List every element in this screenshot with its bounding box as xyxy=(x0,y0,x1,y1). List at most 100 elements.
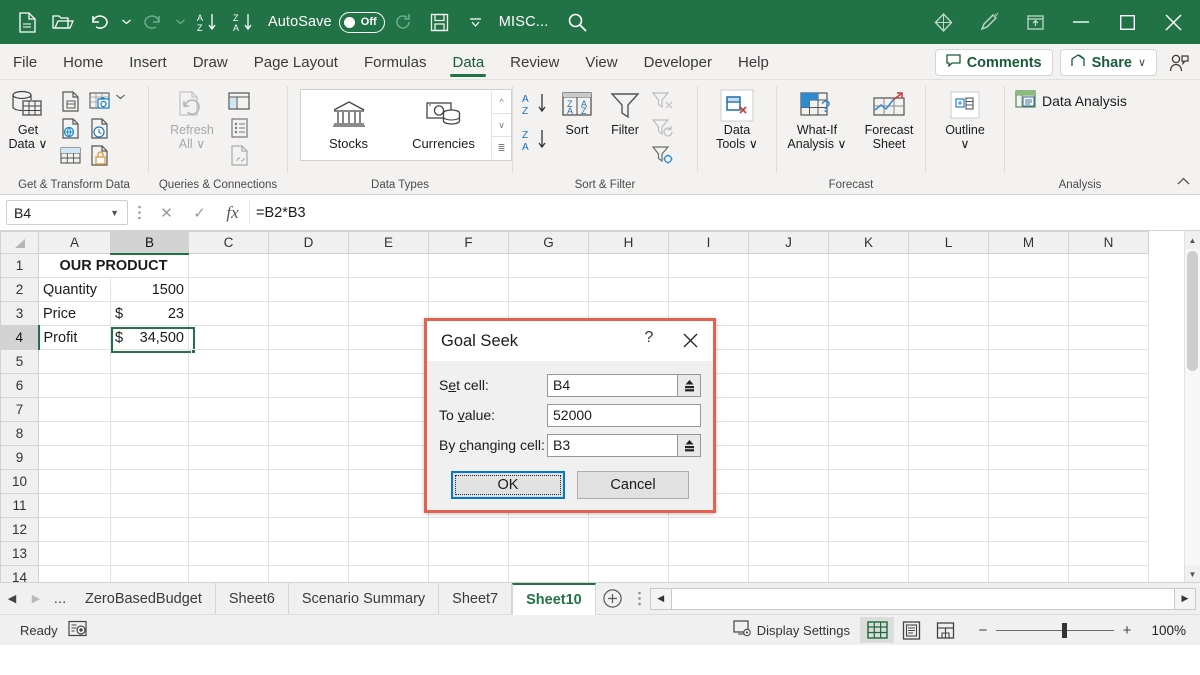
cell-M7[interactable] xyxy=(988,397,1069,422)
cell-B10[interactable] xyxy=(110,469,189,494)
zoom-level-label[interactable]: 100% xyxy=(1140,623,1194,638)
get-data-gallery-dropdown-icon[interactable] xyxy=(113,86,127,108)
cell-J7[interactable] xyxy=(748,397,829,422)
cell-B6[interactable] xyxy=(110,373,189,398)
row-header-8[interactable]: 8 xyxy=(0,421,39,446)
cell-L12[interactable] xyxy=(908,517,989,542)
cell-N2[interactable] xyxy=(1068,277,1149,302)
cell-J4[interactable] xyxy=(748,325,829,350)
cell-J11[interactable] xyxy=(748,493,829,518)
cancel-formula-icon[interactable]: ✕ xyxy=(150,200,183,225)
cell-J3[interactable] xyxy=(748,301,829,326)
row-header-3[interactable]: 3 xyxy=(0,301,39,326)
undo-icon[interactable] xyxy=(82,6,116,38)
cell-N10[interactable] xyxy=(1068,469,1149,494)
from-text-csv-icon[interactable] xyxy=(56,88,84,114)
cell-A8[interactable] xyxy=(38,421,111,446)
cell-A10[interactable] xyxy=(38,469,111,494)
sheet-tab-sheet6[interactable]: Sheet6 xyxy=(216,582,289,615)
enter-formula-icon[interactable]: ✓ xyxy=(183,200,216,225)
cell-N1[interactable] xyxy=(1068,253,1149,278)
tab-developer[interactable]: Developer xyxy=(631,45,725,79)
cell-K7[interactable] xyxy=(828,397,909,422)
cell-M13[interactable] xyxy=(988,541,1069,566)
next-sheet-icon[interactable]: ▶ xyxy=(24,585,48,613)
cell-N6[interactable] xyxy=(1068,373,1149,398)
col-header-F[interactable]: F xyxy=(428,231,509,254)
cell-B7[interactable] xyxy=(110,397,189,422)
col-header-L[interactable]: L xyxy=(908,231,989,254)
cell-D9[interactable] xyxy=(268,445,349,470)
diamond-icon[interactable] xyxy=(920,0,966,44)
cell-M9[interactable] xyxy=(988,445,1069,470)
display-settings-button[interactable]: Display Settings xyxy=(723,620,860,640)
cell-N11[interactable] xyxy=(1068,493,1149,518)
add-sheet-button[interactable] xyxy=(596,583,630,615)
restore-window-icon[interactable] xyxy=(1012,0,1058,44)
to-value-input[interactable]: 52000 xyxy=(547,403,701,427)
horizontal-scrollbar[interactable]: ◀ ▶ xyxy=(649,587,1196,610)
tab-file[interactable]: File xyxy=(0,45,50,79)
col-header-J[interactable]: J xyxy=(748,231,829,254)
cell-E6[interactable] xyxy=(348,373,429,398)
cell-C11[interactable] xyxy=(188,493,269,518)
cell-G2[interactable] xyxy=(508,277,589,302)
redo-dropdown-icon[interactable] xyxy=(172,6,188,38)
cell-K5[interactable] xyxy=(828,349,909,374)
from-web-icon[interactable] xyxy=(56,115,84,141)
cell-B11[interactable] xyxy=(110,493,189,518)
cell-F1[interactable] xyxy=(428,253,509,278)
tab-formulas[interactable]: Formulas xyxy=(351,45,440,79)
sheet-tab-sheet7[interactable]: Sheet7 xyxy=(439,582,513,615)
cell-C13[interactable] xyxy=(188,541,269,566)
cell-E4[interactable] xyxy=(348,325,429,350)
cell-B5[interactable] xyxy=(110,349,189,374)
zoom-slider[interactable] xyxy=(996,617,1114,643)
tab-draw[interactable]: Draw xyxy=(180,45,241,79)
cell-B8[interactable] xyxy=(110,421,189,446)
data-analysis-button[interactable]: Data Analysis xyxy=(1015,90,1127,112)
refresh-all-button[interactable]: Refresh All ∨ xyxy=(159,86,225,152)
search-icon[interactable] xyxy=(560,6,594,38)
cell-B4[interactable]: $ 34,500 xyxy=(110,325,189,350)
clear-filter-icon[interactable] xyxy=(649,88,677,114)
tab-help[interactable]: Help xyxy=(725,45,782,79)
cell-D3[interactable] xyxy=(268,301,349,326)
cell-I1[interactable] xyxy=(668,253,749,278)
cell-A3[interactable]: Price xyxy=(38,301,111,326)
cell-L4[interactable] xyxy=(908,325,989,350)
queries-connections-icon[interactable] xyxy=(225,88,253,114)
sort-za-icon[interactable]: ZA xyxy=(226,6,260,38)
cell-K6[interactable] xyxy=(828,373,909,398)
share-dropdown-icon[interactable]: ∨ xyxy=(1138,56,1146,69)
col-header-H[interactable]: H xyxy=(588,231,669,254)
cell-C10[interactable] xyxy=(188,469,269,494)
cell-N7[interactable] xyxy=(1068,397,1149,422)
cell-L7[interactable] xyxy=(908,397,989,422)
first-sheet-icon[interactable]: ◀ xyxy=(0,585,24,613)
cancel-button[interactable]: Cancel xyxy=(577,471,689,499)
outline-button[interactable]: Outline ∨ xyxy=(932,86,998,152)
save-icon[interactable] xyxy=(423,6,457,38)
row-header-7[interactable]: 7 xyxy=(0,397,39,422)
cell-L3[interactable] xyxy=(908,301,989,326)
row-header-12[interactable]: 12 xyxy=(0,517,39,542)
col-header-C[interactable]: C xyxy=(188,231,269,254)
cell-K9[interactable] xyxy=(828,445,909,470)
cell-E5[interactable] xyxy=(348,349,429,374)
cell-K3[interactable] xyxy=(828,301,909,326)
cell-I2[interactable] xyxy=(668,277,749,302)
cell-F13[interactable] xyxy=(428,541,509,566)
cell-M3[interactable] xyxy=(988,301,1069,326)
by-changing-cell-input[interactable]: B3 xyxy=(547,433,678,457)
cell-F2[interactable] xyxy=(428,277,509,302)
page-break-view-button[interactable] xyxy=(928,617,962,643)
formula-input[interactable]: =B2*B3 xyxy=(249,200,1194,225)
tab-insert[interactable]: Insert xyxy=(116,45,180,79)
cell-N8[interactable] xyxy=(1068,421,1149,446)
cell-D13[interactable] xyxy=(268,541,349,566)
dialog-title-bar[interactable]: Goal Seek ? xyxy=(427,321,713,361)
cell-A5[interactable] xyxy=(38,349,111,374)
vertical-scroll-thumb[interactable] xyxy=(1187,251,1198,371)
cell-E11[interactable] xyxy=(348,493,429,518)
